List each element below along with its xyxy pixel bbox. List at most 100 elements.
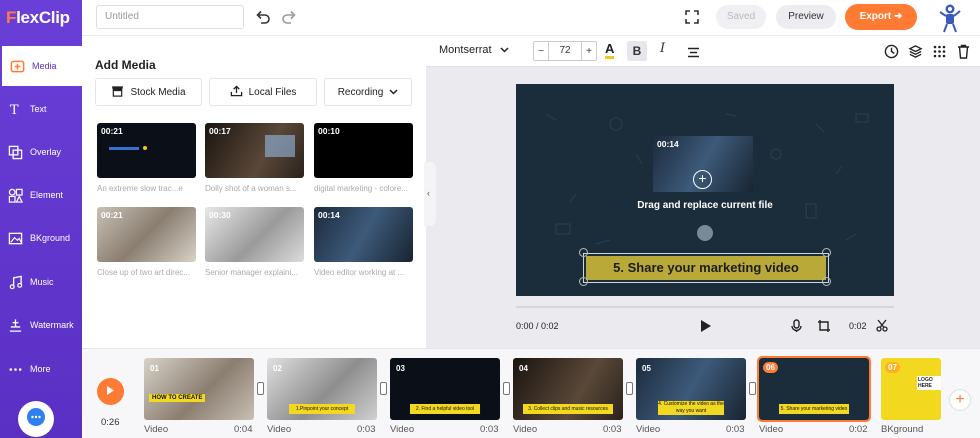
transition-handle[interactable]: [503, 382, 510, 395]
clip-duration: 0:02: [849, 424, 868, 435]
arrow-right-icon: ➜: [894, 11, 903, 22]
saved-button[interactable]: Saved: [716, 5, 766, 29]
local-files-button[interactable]: Local Files: [209, 78, 317, 106]
thumb-caption: An extreme slow trac...e: [97, 184, 183, 193]
inner-clip-duration: 00:14: [657, 139, 679, 149]
timeline-clip[interactable]: 05 4. Customize the video as the way you…: [636, 358, 746, 420]
media-thumb[interactable]: 00:17: [205, 123, 304, 178]
font-size-value[interactable]: 72: [548, 42, 582, 60]
transition-handle[interactable]: [380, 382, 387, 395]
thumb-duration: 00:17: [209, 126, 231, 136]
play-icon[interactable]: [700, 319, 712, 335]
collapse-panel-button[interactable]: ‹: [424, 162, 436, 226]
resize-handle[interactable]: [579, 248, 588, 257]
media-thumb[interactable]: 00:21: [97, 123, 196, 178]
total-duration: 0:26: [101, 417, 120, 428]
media-thumb[interactable]: 00:21: [97, 207, 196, 262]
play-icon: [106, 383, 115, 401]
italic-button[interactable]: I: [660, 41, 665, 56]
sidebar-item-music[interactable]: Music: [0, 262, 82, 302]
avatar[interactable]: [937, 3, 963, 33]
chat-button[interactable]: [18, 401, 54, 437]
scissors-icon[interactable]: [876, 319, 888, 334]
crop-icon[interactable]: [817, 319, 831, 335]
export-label: Export: [859, 11, 892, 22]
resize-handle[interactable]: [822, 277, 831, 286]
bold-button[interactable]: B: [627, 41, 647, 61]
rotate-handle-icon[interactable]: [697, 225, 713, 241]
format-toolbar: Montserrat − 72 + A B I: [426, 36, 980, 67]
timeline-clip-selected[interactable]: 06 5. Share your marketing video: [757, 356, 871, 422]
sidebar-item-label: Music: [30, 277, 54, 287]
resize-handle[interactable]: [822, 248, 831, 257]
clip-type: Video: [267, 424, 292, 435]
timer-icon[interactable]: [884, 44, 899, 64]
resize-handle[interactable]: [579, 277, 588, 286]
font-select[interactable]: Montserrat: [439, 44, 509, 56]
add-clip-button[interactable]: +: [949, 389, 971, 411]
plus-circle-icon[interactable]: +: [693, 170, 712, 189]
top-bar: Untitled Saved Preview Export ➜: [82, 0, 980, 36]
time-readout: 0:00 / 0:02: [516, 321, 559, 331]
transition-handle[interactable]: [749, 382, 756, 395]
clip-number: 04: [519, 364, 528, 373]
redo-icon[interactable]: [280, 8, 298, 26]
inner-clip[interactable]: 00:14 +: [653, 136, 753, 192]
recording-dropdown[interactable]: Recording: [324, 78, 412, 106]
overlay-icon: [6, 143, 24, 161]
clip-caption: HOW TO CREATE: [149, 394, 206, 402]
font-size-stepper[interactable]: − 72 +: [533, 41, 597, 61]
export-button[interactable]: Export ➜: [845, 4, 917, 30]
align-icon[interactable]: [687, 45, 700, 63]
microphone-icon[interactable]: [791, 319, 802, 335]
progress-bar[interactable]: [516, 306, 894, 308]
brand-logo[interactable]: FlexClip: [6, 8, 70, 28]
sidebar-item-element[interactable]: Element: [0, 175, 82, 215]
timeline-clip[interactable]: 01 HOW TO CREATE: [144, 358, 254, 420]
watermark-icon: [6, 316, 24, 334]
decrease-size-button[interactable]: −: [534, 46, 548, 57]
transition-handle[interactable]: [257, 382, 264, 395]
video-canvas[interactable]: 00:14 + Drag and replace current file 5.…: [516, 84, 894, 296]
sidebar-item-more[interactable]: More: [0, 349, 82, 389]
more-icon: [6, 360, 24, 378]
timeline: 0:26 01 HOW TO CREATE 02 1.Pinpoint your…: [82, 348, 980, 438]
timeline-clip[interactable]: 03 2. Find a helpful video tool: [390, 358, 500, 420]
undo-icon[interactable]: [254, 8, 272, 26]
timeline-clip[interactable]: 07 LOGO HERE: [881, 358, 941, 420]
thumb-caption: Video editor working at ...: [314, 268, 405, 277]
timeline-play-button[interactable]: [97, 378, 124, 405]
project-title-input[interactable]: Untitled: [96, 5, 244, 29]
clip-caption: 3. Collect clips and music resources: [523, 404, 613, 414]
text-color-icon[interactable]: A: [605, 42, 615, 59]
clip-caption: 5. Share your marketing video: [779, 404, 849, 414]
sidebar-item-bkground[interactable]: BKground: [0, 218, 82, 258]
increase-size-button[interactable]: +: [582, 46, 596, 57]
media-thumb[interactable]: 00:14: [314, 207, 413, 262]
grid-icon[interactable]: [933, 45, 946, 63]
preview-button[interactable]: Preview: [776, 5, 836, 29]
clip-number: 03: [396, 364, 405, 373]
timeline-clip[interactable]: 02 1.Pinpoint your concept: [267, 358, 377, 420]
sidebar-item-media[interactable]: Media: [2, 46, 82, 86]
headline-textbox[interactable]: 5. Share your marketing video: [583, 253, 829, 283]
editor-area: Montserrat − 72 + A B I 00:14 + Drag and…: [426, 36, 980, 348]
thumb-duration: 00:21: [101, 126, 123, 136]
media-thumb[interactable]: 00:10: [314, 123, 413, 178]
timeline-clip[interactable]: 04 3. Collect clips and music resources: [513, 358, 623, 420]
transition-handle[interactable]: [626, 382, 633, 395]
sidebar-item-watermark[interactable]: Watermark: [0, 305, 82, 345]
sidebar-item-text[interactable]: T Text: [0, 89, 82, 129]
thumb-duration: 00:21: [101, 210, 123, 220]
sidebar-item-overlay[interactable]: Overlay: [0, 132, 82, 172]
clip-number: 02: [273, 364, 282, 373]
layers-icon[interactable]: [908, 44, 923, 64]
chat-icon: [26, 407, 46, 432]
clip-number: 07: [885, 362, 900, 373]
thumb-duration: 00:14: [318, 210, 340, 220]
stock-media-button[interactable]: Stock Media: [95, 78, 202, 106]
clip-type: BKground: [881, 424, 924, 435]
trash-icon[interactable]: [957, 44, 970, 64]
fullscreen-icon[interactable]: [683, 8, 701, 26]
media-thumb[interactable]: 00:30: [205, 207, 304, 262]
